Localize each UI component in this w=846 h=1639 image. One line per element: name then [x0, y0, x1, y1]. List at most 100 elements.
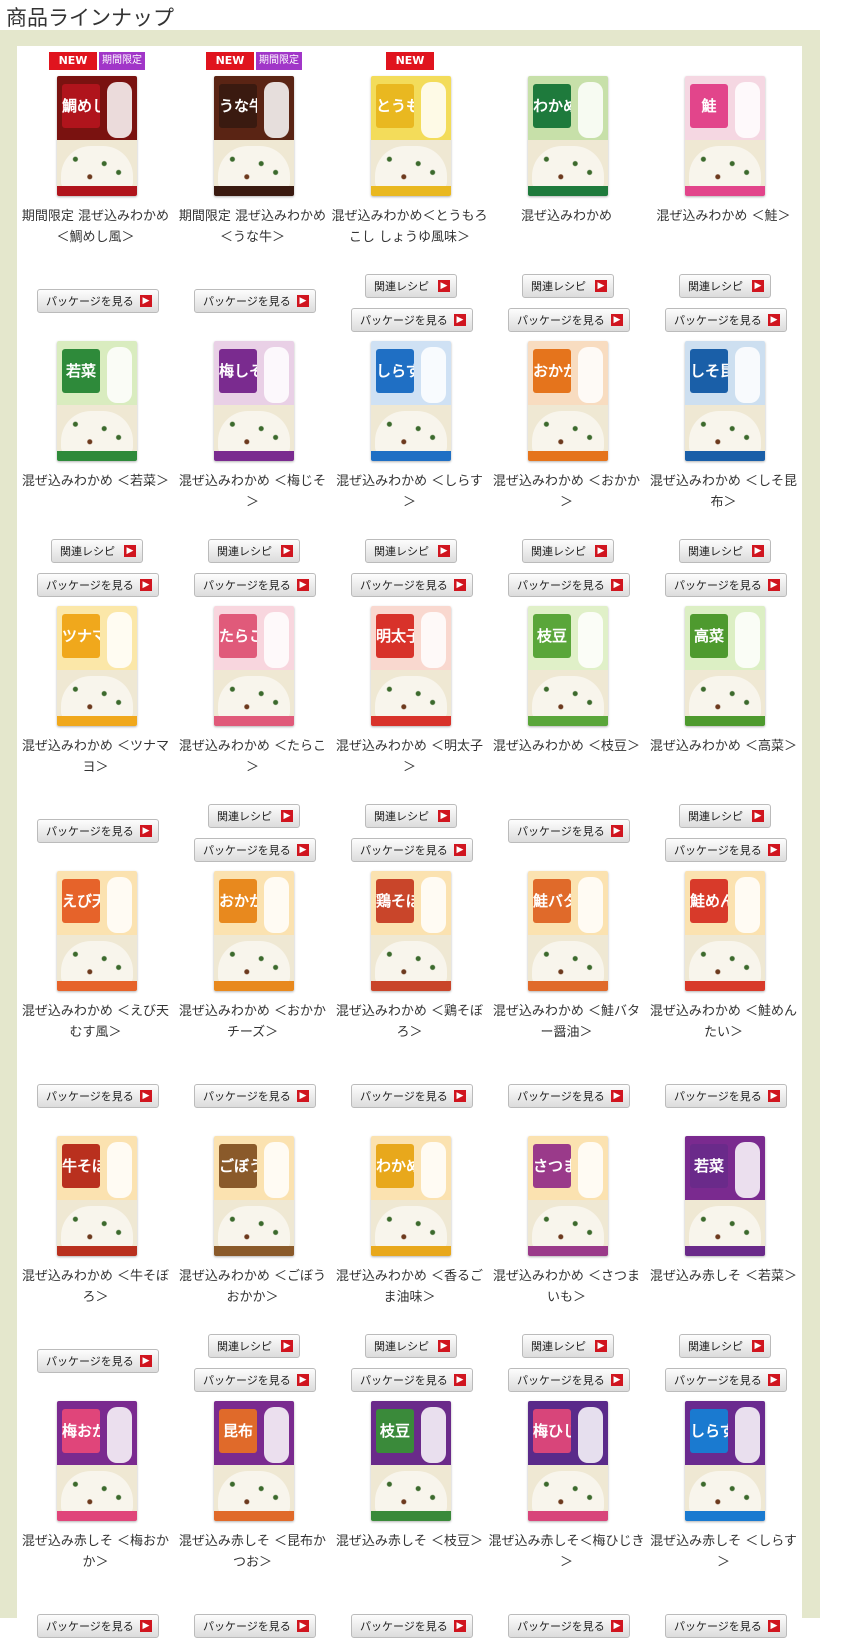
product-package-image[interactable]: たらこ: [214, 606, 294, 726]
product-package-image[interactable]: しらす: [685, 1401, 765, 1521]
product-package-image[interactable]: 若菜: [57, 341, 137, 461]
product-package-image[interactable]: 枝豆: [371, 1401, 451, 1521]
product-package-image[interactable]: おかかチーズ: [214, 871, 294, 991]
package-label: うな牛: [219, 84, 257, 128]
view-package-button[interactable]: パッケージを見る ▶: [351, 308, 473, 332]
product-package-image[interactable]: 鯛めし: [57, 76, 137, 196]
product-package-image[interactable]: わかめ: [528, 76, 608, 196]
related-recipe-button[interactable]: 関連レシピ ▶: [522, 539, 614, 563]
product-package-image[interactable]: 牛そぼろ: [57, 1136, 137, 1256]
package-top: さつまいも: [528, 1136, 608, 1200]
product-name: 混ぜ込みわかめ ＜牛そぼろ＞: [21, 1269, 170, 1305]
product-package-image[interactable]: ツナマヨ: [57, 606, 137, 726]
view-package-label: パッケージを見る: [360, 1090, 448, 1103]
product-package-image[interactable]: 梅ひじき: [528, 1401, 608, 1521]
product-name: 期間限定 混ぜ込みわかめ ＜鯛めし風＞: [21, 209, 170, 245]
product-name: 混ぜ込みわかめ ＜さつまいも＞: [492, 1269, 641, 1305]
product-package-image[interactable]: 梅しそ: [214, 341, 294, 461]
rice-ball-icon: [689, 1206, 761, 1250]
package-rice-image: [371, 140, 451, 196]
rice-ball-icon: [218, 411, 290, 455]
product-package-image[interactable]: 若菜: [685, 1136, 765, 1256]
package-rice-image: [214, 1465, 294, 1521]
view-package-button[interactable]: パッケージを見る ▶: [665, 308, 787, 332]
product-package-image[interactable]: さつまいも: [528, 1136, 608, 1256]
package-strip: [685, 451, 765, 461]
related-recipe-button[interactable]: 関連レシピ ▶: [522, 274, 614, 298]
package-top: しらす: [371, 341, 451, 405]
product-package-image[interactable]: ごぼう: [214, 1136, 294, 1256]
product-package-image[interactable]: しらす: [371, 341, 451, 461]
view-package-button[interactable]: パッケージを見る ▶: [351, 838, 473, 862]
product-package-image[interactable]: 梅おかか: [57, 1401, 137, 1521]
view-package-label: パッケージを見る: [360, 314, 448, 327]
package-strip: [371, 716, 451, 726]
view-package-button[interactable]: パッケージを見る ▶: [508, 573, 630, 597]
product-package-image[interactable]: 鶏そぼろ: [371, 871, 451, 991]
view-package-button[interactable]: パッケージを見る ▶: [194, 573, 316, 597]
view-package-button[interactable]: パッケージを見る ▶: [351, 1084, 473, 1108]
related-recipe-button[interactable]: 関連レシピ ▶: [208, 1334, 300, 1358]
view-package-button[interactable]: パッケージを見る ▶: [508, 1084, 630, 1108]
package-label: ごぼう: [219, 1144, 257, 1188]
product-name: 混ぜ込み赤しそ ＜枝豆＞: [335, 1534, 484, 1549]
view-package-button[interactable]: パッケージを見る ▶: [508, 308, 630, 332]
product-package-image[interactable]: 枝豆: [528, 606, 608, 726]
product-package-image[interactable]: 明太子: [371, 606, 451, 726]
limited-badge: 期間限定: [99, 52, 145, 70]
view-package-button[interactable]: パッケージを見る ▶: [194, 1084, 316, 1108]
view-package-button[interactable]: パッケージを見る ▶: [351, 1368, 473, 1392]
view-package-button[interactable]: パッケージを見る ▶: [665, 573, 787, 597]
product-package-image[interactable]: わかめ: [371, 1136, 451, 1256]
product-package-image[interactable]: しそ昆布: [685, 341, 765, 461]
related-recipe-button[interactable]: 関連レシピ ▶: [522, 1334, 614, 1358]
view-package-button[interactable]: パッケージを見る ▶: [37, 289, 159, 313]
related-recipe-button[interactable]: 関連レシピ ▶: [365, 539, 457, 563]
related-recipe-button[interactable]: 関連レシピ ▶: [365, 804, 457, 828]
view-package-button[interactable]: パッケージを見る ▶: [194, 838, 316, 862]
product-package-image[interactable]: おかか: [528, 341, 608, 461]
view-package-button[interactable]: パッケージを見る ▶: [37, 1349, 159, 1373]
related-recipe-button[interactable]: 関連レシピ ▶: [365, 1334, 457, 1358]
package-top: 鮭バター: [528, 871, 608, 935]
product-package-image[interactable]: とうもろこし: [371, 76, 451, 196]
view-package-button[interactable]: パッケージを見る ▶: [37, 819, 159, 843]
related-recipe-button[interactable]: 関連レシピ ▶: [208, 539, 300, 563]
related-recipe-button[interactable]: 関連レシピ ▶: [51, 539, 143, 563]
package-strip: [57, 716, 137, 726]
related-recipe-button[interactable]: 関連レシピ ▶: [679, 1334, 771, 1358]
product-package-image[interactable]: 鮭バター: [528, 871, 608, 991]
package-strip: [528, 186, 608, 196]
related-recipe-button[interactable]: 関連レシピ ▶: [679, 804, 771, 828]
view-package-button[interactable]: パッケージを見る ▶: [508, 819, 630, 843]
package-label: 高菜: [690, 614, 728, 658]
related-recipe-label: 関連レシピ: [531, 280, 586, 293]
package-top: 昆布: [214, 1401, 294, 1465]
rice-ball-icon: [375, 1471, 447, 1515]
product-package-image[interactable]: 鮭めんたい: [685, 871, 765, 991]
view-package-button[interactable]: パッケージを見る ▶: [37, 1084, 159, 1108]
product-package-image[interactable]: うな牛: [214, 76, 294, 196]
package-top: しそ昆布: [685, 341, 765, 405]
related-recipe-button[interactable]: 関連レシピ ▶: [679, 274, 771, 298]
view-package-button[interactable]: パッケージを見る ▶: [665, 1084, 787, 1108]
package-side-logo: [264, 1142, 289, 1198]
arrow-right-icon: ▶: [140, 825, 152, 837]
package-side-logo: [107, 1142, 132, 1198]
related-recipe-button[interactable]: 関連レシピ ▶: [679, 539, 771, 563]
product-package-image[interactable]: 鮭: [685, 76, 765, 196]
related-recipe-button[interactable]: 関連レシピ ▶: [365, 274, 457, 298]
view-package-button[interactable]: パッケージを見る ▶: [351, 573, 473, 597]
view-package-button[interactable]: パッケージを見る ▶: [665, 838, 787, 862]
product-package-image[interactable]: 昆布: [214, 1401, 294, 1521]
view-package-button[interactable]: パッケージを見る ▶: [37, 573, 159, 597]
view-package-button[interactable]: パッケージを見る ▶: [665, 1368, 787, 1392]
related-recipe-button[interactable]: 関連レシピ ▶: [208, 804, 300, 828]
view-package-button[interactable]: パッケージを見る ▶: [194, 289, 316, 313]
view-package-button[interactable]: パッケージを見る ▶: [508, 1368, 630, 1392]
rice-ball-icon: [532, 1471, 604, 1515]
product-package-image[interactable]: えび天むす: [57, 871, 137, 991]
product-package-image[interactable]: 高菜: [685, 606, 765, 726]
package-strip: [685, 1511, 765, 1521]
view-package-button[interactable]: パッケージを見る ▶: [194, 1368, 316, 1392]
